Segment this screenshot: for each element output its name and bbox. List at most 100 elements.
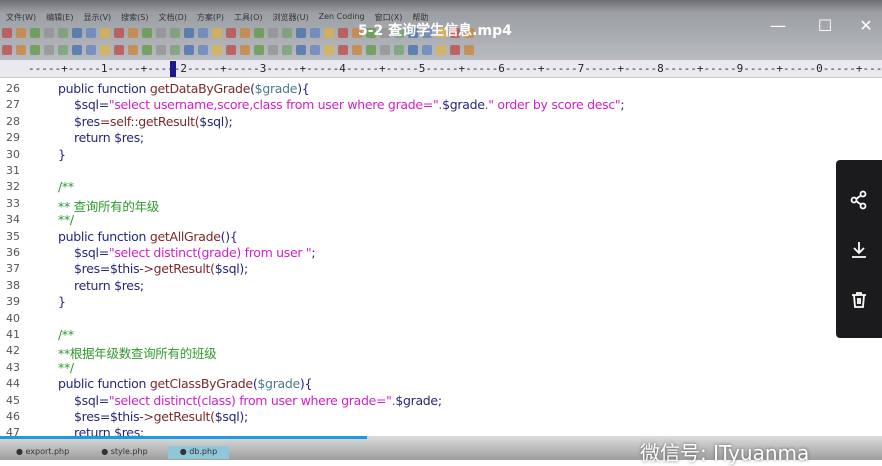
video-progress-bar[interactable] [0, 436, 367, 439]
code-token: **/ [58, 212, 74, 228]
file-tab[interactable]: ● export.php [4, 446, 81, 459]
code-line: **/ [58, 360, 74, 375]
toolbar-button[interactable] [170, 45, 180, 55]
toolbar-button[interactable] [156, 28, 166, 38]
toolbar-button[interactable] [408, 45, 418, 55]
toolbar-button[interactable] [338, 45, 348, 55]
toolbar-button[interactable] [100, 28, 110, 38]
download-icon[interactable] [849, 240, 869, 260]
minimize-button[interactable]: — [768, 16, 788, 35]
toolbar-button[interactable] [30, 28, 40, 38]
line-number: 40 [6, 311, 20, 325]
toolbar-button[interactable] [198, 45, 208, 55]
toolbar-button[interactable] [226, 28, 236, 38]
toolbar-button[interactable] [170, 28, 180, 38]
line-number: 37 [6, 262, 20, 276]
toolbar-button[interactable] [184, 45, 194, 55]
file-tab[interactable]: ● style.php [89, 446, 159, 459]
code-editor[interactable]: 26 public function getDataByGrade($grade)… [0, 79, 882, 436]
toolbar-button[interactable] [114, 28, 124, 38]
toolbar-button[interactable] [296, 28, 306, 38]
line-number: 41 [6, 328, 20, 341]
toolbar-button[interactable] [282, 45, 292, 55]
file-tab[interactable]: ● db.php [167, 446, 230, 459]
code-line: } [58, 147, 66, 162]
toolbar-button[interactable] [2, 45, 12, 55]
toolbar-button[interactable] [464, 45, 474, 55]
toolbar-button[interactable] [394, 45, 404, 55]
toolbar-button[interactable] [436, 45, 446, 55]
toolbar-button[interactable] [324, 28, 334, 38]
toolbar-button[interactable] [142, 28, 152, 38]
menu-item[interactable]: 方案(P) [197, 12, 224, 23]
toolbar-button[interactable] [44, 45, 54, 55]
toolbar-button[interactable] [86, 45, 96, 55]
toolbar-button[interactable] [366, 45, 376, 55]
menu-item[interactable]: 文件(W) [6, 12, 36, 23]
line-number: 28 [6, 114, 20, 128]
toolbar-button[interactable] [100, 45, 110, 55]
line-number: 26 [6, 82, 20, 95]
share-icon[interactable] [849, 190, 869, 210]
toolbar-button[interactable] [58, 28, 68, 38]
toolbar-button[interactable] [114, 45, 124, 55]
toolbar-button[interactable] [16, 45, 26, 55]
code-line: **/ [58, 212, 74, 227]
menu-item[interactable]: 显示(V) [83, 12, 111, 23]
code-line: } [58, 294, 66, 309]
toolbar-button[interactable] [212, 28, 222, 38]
line-number: 29 [6, 131, 20, 145]
code-token: $res [74, 113, 100, 129]
toolbar-button[interactable] [86, 28, 96, 38]
delete-icon[interactable] [849, 290, 869, 310]
toolbar-button[interactable] [282, 28, 292, 38]
toolbar-button[interactable] [268, 45, 278, 55]
menu-item[interactable]: 文档(D) [159, 12, 187, 23]
toolbar-button[interactable] [324, 45, 334, 55]
code-token: } [58, 146, 66, 162]
toolbar-button[interactable] [142, 45, 152, 55]
toolbar-button[interactable] [254, 28, 264, 38]
toolbar-button[interactable] [72, 28, 82, 38]
toolbar-button[interactable] [240, 45, 250, 55]
menu-item[interactable]: 工具(O) [234, 12, 263, 23]
toolbar-button[interactable] [156, 45, 166, 55]
toolbar-button[interactable] [352, 45, 362, 55]
toolbar-button[interactable] [44, 28, 54, 38]
toolbar-button[interactable] [72, 45, 82, 55]
toolbar-button[interactable] [128, 28, 138, 38]
code-token: $sql [74, 97, 99, 113]
toolbar-button[interactable] [296, 45, 306, 55]
menu-item[interactable]: 编辑(E) [46, 12, 73, 23]
code-line: public function getClassByGrade($grade){ [58, 376, 312, 391]
menu-item[interactable]: 浏览器(U) [273, 12, 309, 23]
toolbar-button[interactable] [58, 45, 68, 55]
toolbar-button[interactable] [338, 28, 348, 38]
toolbar-button[interactable] [16, 28, 26, 38]
toolbar-button[interactable] [128, 45, 138, 55]
toolbar-button[interactable] [184, 28, 194, 38]
toolbar-button[interactable] [450, 45, 460, 55]
toolbar-button[interactable] [254, 45, 264, 55]
toolbar-button[interactable] [226, 45, 236, 55]
close-button[interactable]: ✕ [856, 16, 876, 35]
toolbar-button[interactable] [310, 45, 320, 55]
toolbar-button[interactable] [380, 45, 390, 55]
menu-item[interactable]: 搜索(S) [121, 12, 148, 23]
toolbar-button[interactable] [422, 45, 432, 55]
toolbar-button[interactable] [2, 28, 12, 38]
code-line: $sql="select distinct(grade) from user "… [74, 245, 316, 260]
toolbar-button[interactable] [212, 45, 222, 55]
toolbar-button[interactable] [310, 28, 320, 38]
maximize-button[interactable]: ☐ [815, 16, 835, 35]
code-token: ; [311, 245, 316, 260]
toolbar-button[interactable] [30, 45, 40, 55]
editor-chrome: 文件(W) 编辑(E) 显示(V) 搜索(S) 文档(D) 方案(P) 工具(O) 浏览器(U… [0, 0, 882, 62]
toolbar-button[interactable] [198, 28, 208, 38]
code-token: =self::getResult( [99, 113, 200, 129]
code-token: return [74, 277, 115, 293]
toolbar-button[interactable] [240, 28, 250, 38]
code-token: /** [58, 179, 74, 195]
line-number: 32 [6, 180, 20, 194]
toolbar-button[interactable] [268, 28, 278, 38]
